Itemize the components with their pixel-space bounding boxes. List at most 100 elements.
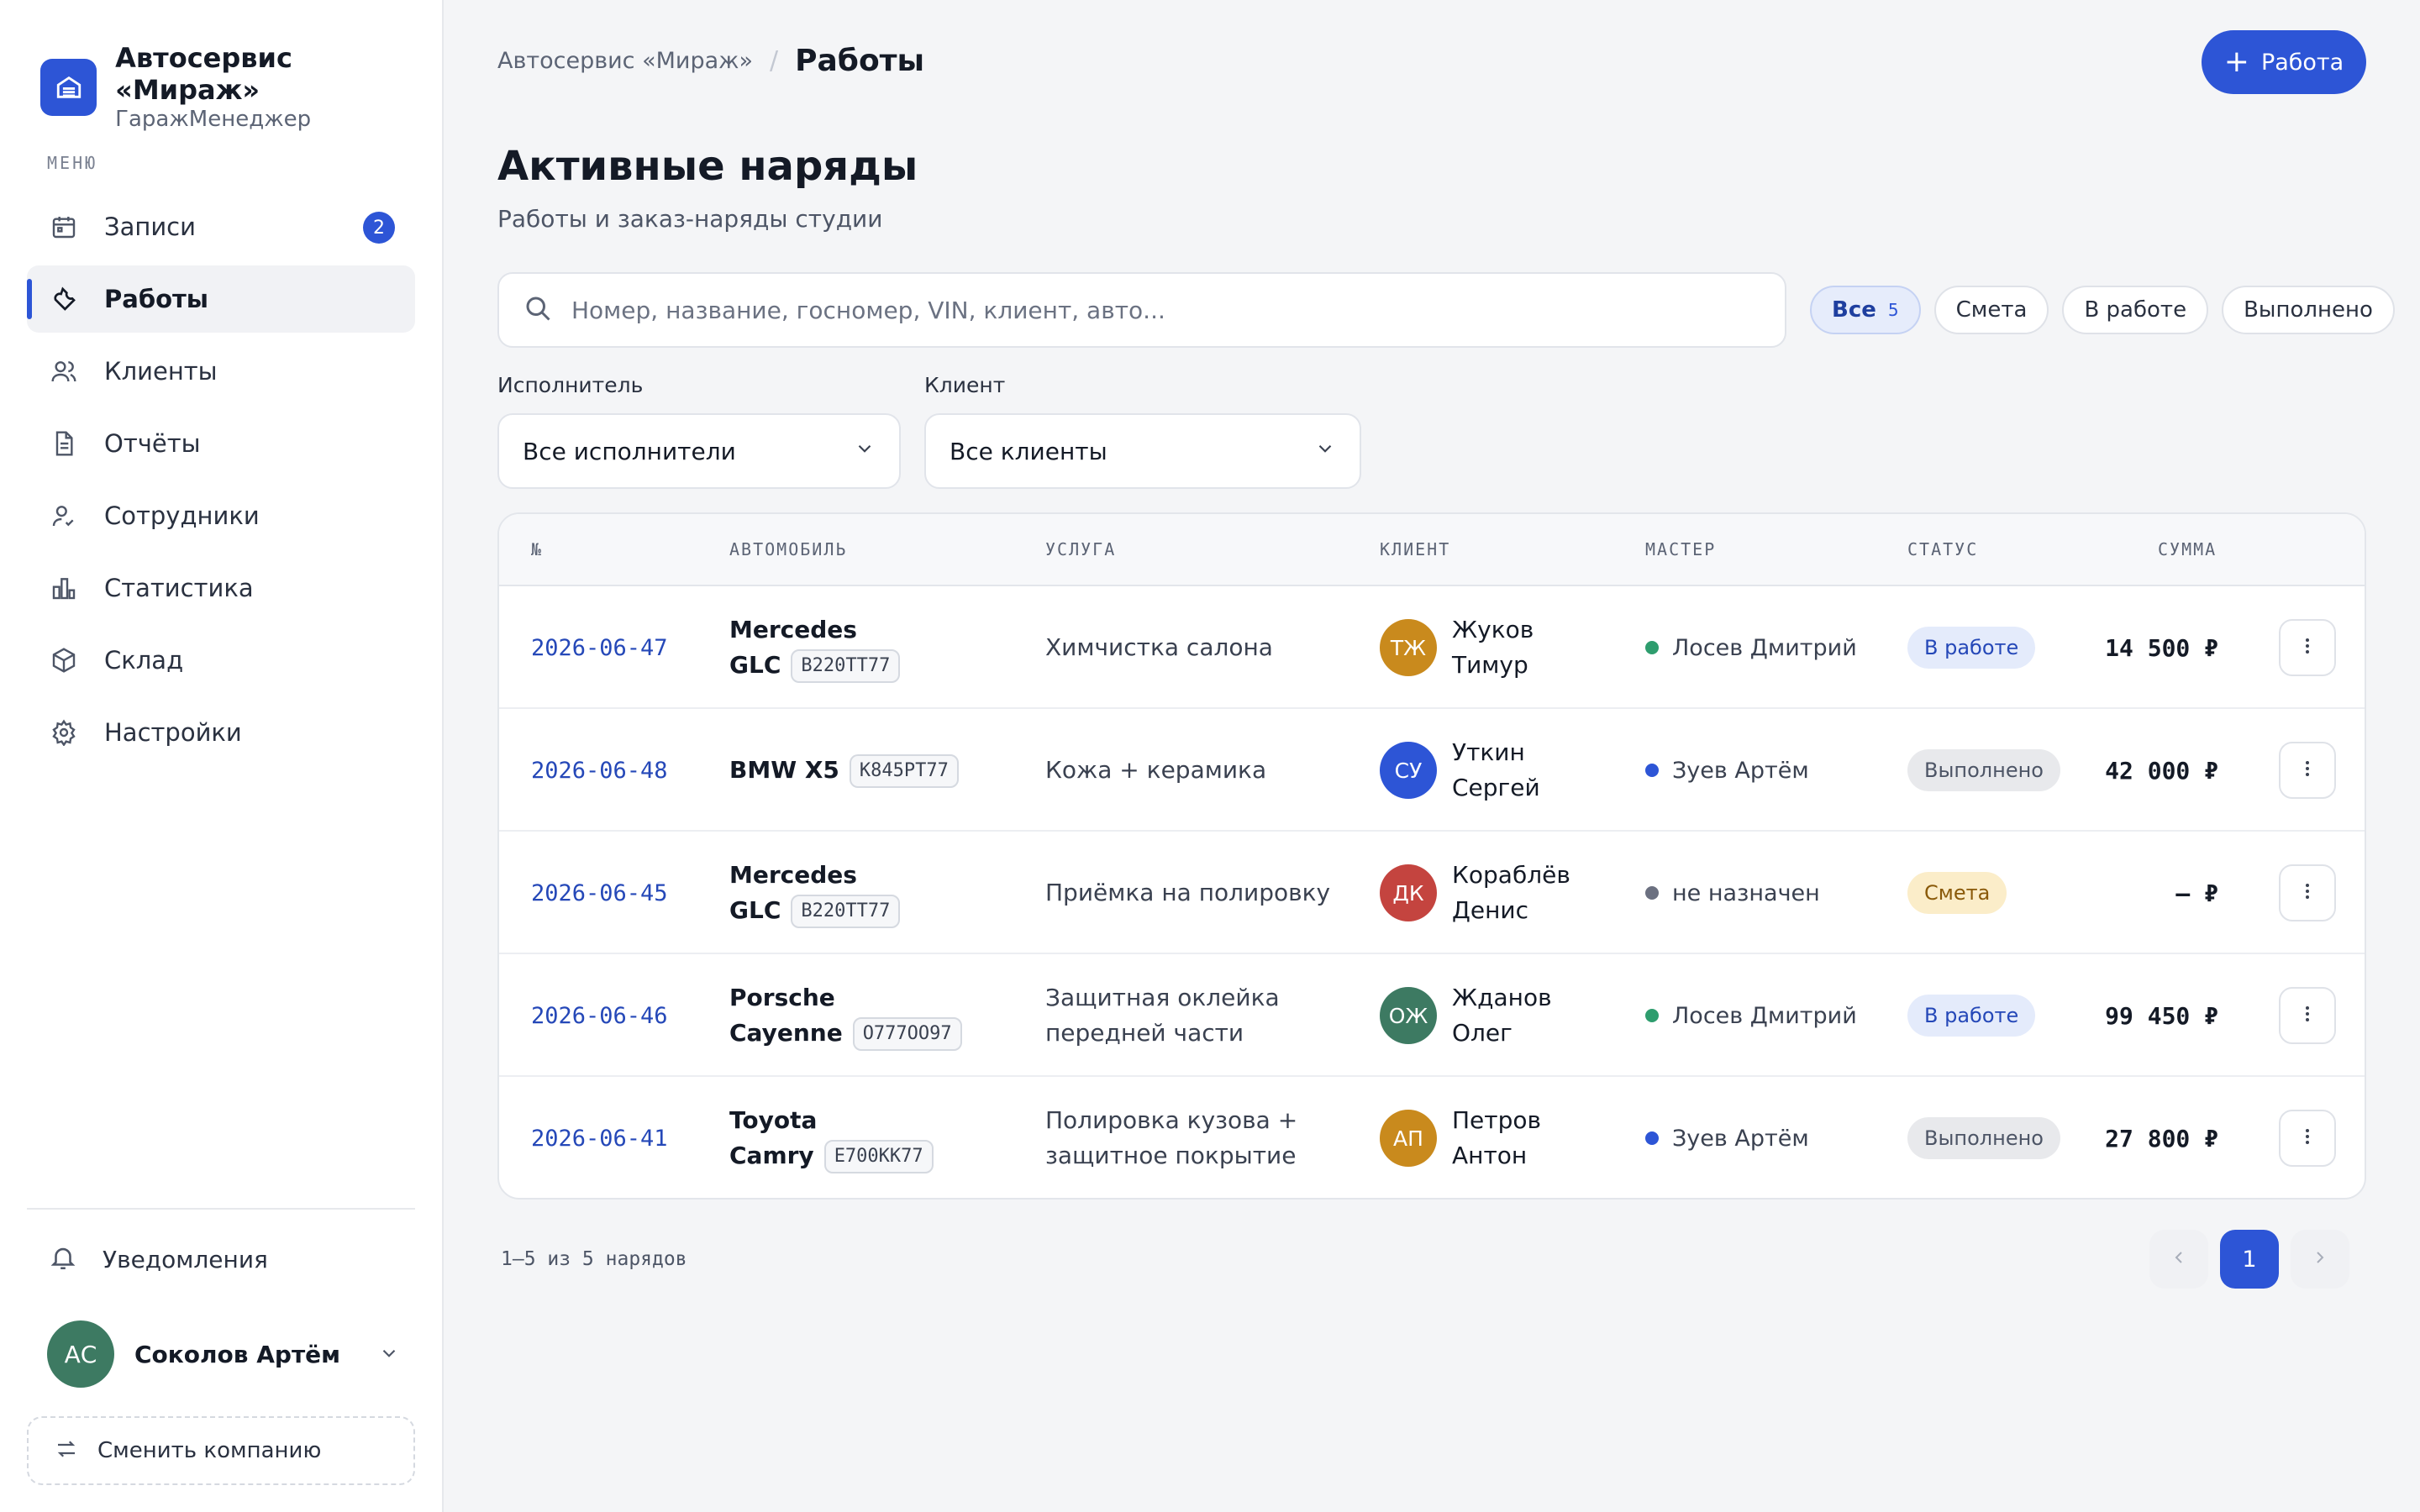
next-page-button[interactable] [2291,1230,2349,1289]
row-actions-button[interactable] [2279,987,2336,1044]
sidebar: Автосервис «Мираж» ГаражМенеджер МЕНЮ За… [0,0,444,1512]
filter-chip-estimate[interactable]: Смета [1933,286,2049,334]
table-row[interactable]: 2026-06-45 Mercedes GLC В220ТТ77 Приёмка на … [499,832,2365,954]
filter-chip-label: В работе [2084,297,2187,323]
client-avatar: АП [1380,1110,1437,1167]
table-row[interactable]: 2026-06-48 BMW X5 К845РТ77 Кожа + керамика С… [499,709,2365,832]
client-name[interactable]: Петров Антон [1452,1103,1553,1173]
breadcrumb: Автосервис «Мираж» / Работы [497,44,924,78]
gear-icon [49,717,79,748]
pagination: 1 [2149,1230,2349,1289]
service-name-line2: защитное покрытие [1045,1142,1297,1169]
car-cell: Toyota Camry Е700КК77 [729,1103,934,1173]
order-number-link[interactable]: 2026-06-47 [531,635,668,661]
filter-chip-all[interactable]: Все 5 [1810,286,1921,334]
chevron-down-icon[interactable] [378,1342,400,1368]
more-vertical-icon [2297,1126,2317,1150]
more-vertical-icon [2297,1004,2317,1027]
sidebar-item-statistics[interactable]: Статистика [27,554,415,622]
status-badge: В работе [1907,995,2036,1037]
car-cell: Mercedes GLC В220ТТ77 [729,858,901,928]
client-name[interactable]: Уткин Сергей [1452,735,1553,806]
sidebar-item-label: Настройки [104,718,242,747]
chevron-right-icon [2310,1247,2330,1271]
calendar-icon [49,212,79,242]
order-number-link[interactable]: 2026-06-41 [531,1126,668,1152]
table-row[interactable]: 2026-06-46 Porsche Cayenne О777ОО97 Защитная… [499,954,2365,1077]
status-badge: Выполнено [1907,749,2060,791]
user-menu[interactable]: АС Соколов Артём [47,1320,400,1388]
more-vertical-icon [2297,636,2317,659]
table-row[interactable]: 2026-06-47 Mercedes GLC В220ТТ77 Химчистка с… [499,586,2365,709]
row-actions-button[interactable] [2279,864,2336,921]
car-make: BMW X5 [729,756,839,784]
car-cell: BMW X5 К845РТ77 [729,753,959,788]
brand[interactable]: Автосервис «Мираж» ГаражМенеджер [40,42,442,133]
notifications-link[interactable]: Уведомления [49,1243,268,1275]
sidebar-item-employees[interactable]: Сотрудники [27,482,415,549]
service-cell: Защитная оклейка передней части [1045,980,1280,1051]
sidebar-item-label: Склад [104,646,184,675]
sidebar-item-warehouse[interactable]: Склад [27,627,415,694]
add-work-button[interactable]: + Работа [2202,30,2366,94]
plus-icon: + [2223,45,2249,79]
master-status-dot [1645,886,1659,900]
row-actions-button[interactable] [2279,619,2336,676]
filter-chip-label: Выполнено [2244,297,2373,323]
client-name[interactable]: Жданов Олег [1452,980,1553,1051]
order-number-link[interactable]: 2026-06-48 [531,758,668,784]
users-icon [49,356,79,386]
filter-chip-count: 5 [1887,300,1899,320]
service-name-line2: передней части [1045,1019,1244,1047]
sidebar-item-works[interactable]: Работы [27,265,415,333]
more-vertical-icon [2297,759,2317,782]
sidebar-item-settings[interactable]: Настройки [27,699,415,766]
order-amount: — ₽ [2175,879,2218,907]
sidebar-item-reports[interactable]: Отчёты [27,410,415,477]
master-name: Лосев Дмитрий [1672,1002,1857,1029]
car-make: Porsche [729,984,835,1011]
orders-table: № АВТОМОБИЛЬ УСЛУГА КЛИЕНТ МАСТЕР СТАТУС… [497,512,2366,1200]
master-status-dot [1645,1131,1659,1145]
user-check-icon [49,501,79,531]
order-amount: 99 450 ₽ [2105,1001,2218,1030]
row-actions-button[interactable] [2279,742,2336,799]
wrench-icon [49,284,79,314]
sidebar-item-label: Работы [104,285,209,313]
filter-chip-done[interactable]: Выполнено [2222,286,2395,334]
search-input[interactable] [571,296,1748,324]
filter-chip-in-progress[interactable]: В работе [2062,286,2209,334]
client-select[interactable]: Все клиенты [924,413,1361,489]
row-actions-button[interactable] [2279,1110,2336,1167]
more-vertical-icon [2297,881,2317,905]
license-plate: О777ОО97 [852,1017,962,1051]
master-name: Зуев Артём [1672,1125,1809,1152]
sidebar-item-label: Статистика [104,574,254,602]
order-number-link[interactable]: 2026-06-46 [531,1003,668,1029]
column-header-master: МАСТЕР [1645,539,1717,559]
client-avatar: ТЖ [1380,619,1437,676]
sidebar-item-label: Отчёты [104,429,201,458]
car-model: Camry [729,1142,814,1169]
search-bar [497,272,1786,348]
status-badge: В работе [1907,627,2036,669]
order-number-link[interactable]: 2026-06-45 [531,880,668,906]
sidebar-item-clients[interactable]: Клиенты [27,338,415,405]
executor-select-value: Все исполнители [523,437,736,465]
breadcrumb-parent[interactable]: Автосервис «Мираж» [497,48,753,74]
sidebar-nav: Записи 2 Работы Клиенты Отчёты Сотрудник… [27,193,415,771]
table-row[interactable]: 2026-06-41 Toyota Camry Е700КК77 Полировка к… [499,1077,2365,1198]
order-amount: 27 800 ₽ [2105,1124,2218,1152]
car-cell: Mercedes GLC В220ТТ77 [729,612,901,683]
sidebar-item-records[interactable]: Записи 2 [27,193,415,260]
page-button-current[interactable]: 1 [2220,1230,2279,1289]
prev-page-button[interactable] [2149,1230,2208,1289]
document-icon [49,428,79,459]
client-avatar: ДК [1380,864,1437,921]
client-name[interactable]: Жуков Тимур [1452,612,1553,683]
chevron-down-icon [1314,438,1336,465]
executor-select[interactable]: Все исполнители [497,413,901,489]
car-model: Cayenne [729,1019,843,1047]
switch-company-button[interactable]: Сменить компанию [27,1416,415,1485]
client-name[interactable]: Кораблёв Денис [1452,858,1570,928]
